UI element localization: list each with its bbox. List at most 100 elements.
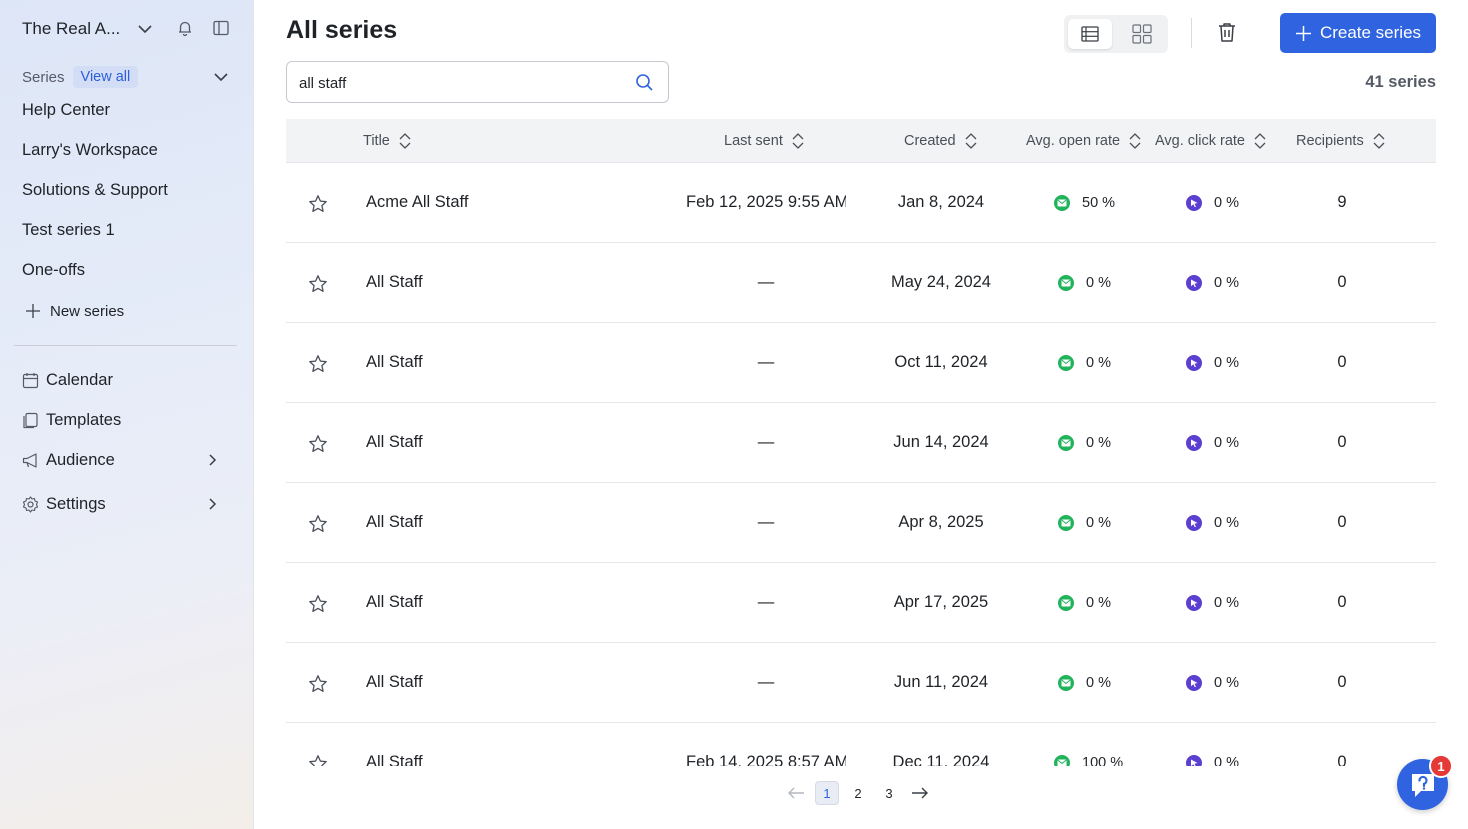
sidebar-item-larrys-workspace[interactable]: Larry's Workspace bbox=[22, 141, 158, 160]
star-icon[interactable] bbox=[308, 434, 328, 459]
table-row[interactable]: All Staff — May 24, 2024 0 % 0 % 0 bbox=[286, 243, 1436, 323]
page-button-1[interactable]: 1 bbox=[815, 781, 839, 805]
list-view-button[interactable] bbox=[1068, 19, 1112, 49]
column-header-created[interactable]: Created bbox=[904, 132, 978, 150]
row-title[interactable]: All Staff bbox=[366, 273, 423, 292]
sidebar-item-settings[interactable]: Settings bbox=[22, 490, 234, 518]
row-created: Oct 11, 2024 bbox=[894, 353, 988, 371]
table-row[interactable]: All Staff — Oct 11, 2024 0 % 0 % 0 bbox=[286, 323, 1436, 403]
search-box bbox=[286, 61, 669, 103]
sort-icon bbox=[1129, 133, 1141, 149]
row-created: Jun 11, 2024 bbox=[893, 673, 989, 691]
toolbar-divider bbox=[1191, 18, 1192, 48]
click-rate-value: 0 % bbox=[1214, 275, 1239, 291]
row-last-sent: Feb 12, 2025 9:55 AM bbox=[686, 193, 846, 211]
sidebar-item-templates[interactable]: Templates bbox=[22, 406, 234, 434]
sidebar-item-one-offs[interactable]: One-offs bbox=[22, 261, 85, 280]
table-row[interactable]: All Staff — Apr 8, 2025 0 % 0 % 0 bbox=[286, 483, 1436, 563]
cursor-click-icon bbox=[1186, 515, 1202, 531]
open-rate-value: 100 % bbox=[1082, 755, 1124, 766]
row-created: Apr 8, 2025 bbox=[898, 513, 984, 531]
chevron-down-icon[interactable] bbox=[136, 20, 154, 43]
bell-icon[interactable] bbox=[176, 19, 194, 42]
row-created: May 24, 2024 bbox=[891, 273, 991, 291]
column-header-recipients[interactable]: Recipients bbox=[1296, 132, 1386, 150]
row-created: Apr 17, 2025 bbox=[893, 593, 989, 611]
next-page-icon[interactable] bbox=[908, 781, 932, 805]
sidebar-item-help-center[interactable]: Help Center bbox=[22, 101, 110, 120]
table-row[interactable]: All Staff — Jun 11, 2024 0 % 0 % 0 bbox=[286, 643, 1436, 723]
pagination: 1 2 3 bbox=[784, 781, 939, 805]
envelope-icon bbox=[1054, 195, 1070, 211]
new-series-button[interactable]: New series bbox=[24, 302, 124, 320]
column-header-last-sent[interactable]: Last sent bbox=[724, 132, 805, 150]
row-title[interactable]: All Staff bbox=[366, 433, 423, 452]
create-series-button[interactable]: Create series bbox=[1280, 13, 1436, 53]
notification-badge: 1 bbox=[1429, 754, 1453, 778]
sidebar-item-label: Settings bbox=[46, 494, 106, 513]
sidebar-toggle-icon[interactable] bbox=[212, 19, 230, 42]
star-icon[interactable] bbox=[308, 754, 328, 766]
star-icon[interactable] bbox=[308, 194, 328, 219]
sidebar-item-label: Templates bbox=[46, 410, 122, 429]
chevron-down-icon[interactable] bbox=[212, 68, 230, 91]
workspace-switcher[interactable]: The Real A... bbox=[22, 16, 234, 42]
row-recipients: 0 bbox=[1337, 433, 1347, 451]
cursor-click-icon bbox=[1186, 755, 1202, 766]
table-row[interactable]: Acme All Staff Feb 12, 2025 9:55 AM Jan 8,… bbox=[286, 163, 1436, 243]
column-header-title[interactable]: Title bbox=[363, 132, 412, 150]
column-label: Created bbox=[904, 133, 956, 149]
open-rate-value: 0 % bbox=[1086, 435, 1111, 451]
sidebar-item-label: Calendar bbox=[46, 370, 113, 389]
row-created: Dec 11, 2024 bbox=[892, 753, 990, 766]
row-click-rate: 0 % bbox=[1186, 355, 1239, 371]
row-last-sent: — bbox=[757, 593, 775, 611]
envelope-icon bbox=[1058, 275, 1074, 291]
envelope-icon bbox=[1058, 355, 1074, 371]
row-click-rate: 0 % bbox=[1186, 515, 1239, 531]
click-rate-value: 0 % bbox=[1214, 195, 1239, 211]
row-title[interactable]: All Staff bbox=[366, 513, 423, 532]
star-icon[interactable] bbox=[308, 274, 328, 299]
series-count: 41 series bbox=[1365, 73, 1436, 91]
click-rate-value: 0 % bbox=[1214, 595, 1239, 611]
row-open-rate: 0 % bbox=[1058, 435, 1111, 451]
table-row[interactable]: All Staff Feb 14, 2025 8:57 AM Dec 11, 202… bbox=[286, 723, 1436, 766]
row-recipients: 0 bbox=[1337, 673, 1347, 691]
table-row[interactable]: All Staff — Apr 17, 2025 0 % 0 % 0 bbox=[286, 563, 1436, 643]
cursor-click-icon bbox=[1186, 595, 1202, 611]
star-icon[interactable] bbox=[308, 674, 328, 699]
grid-view-button[interactable] bbox=[1120, 19, 1164, 49]
row-title[interactable]: All Staff bbox=[366, 673, 423, 692]
trash-icon[interactable] bbox=[1216, 21, 1238, 48]
column-header-click-rate[interactable]: Avg. click rate bbox=[1155, 132, 1267, 150]
sort-icon bbox=[792, 133, 804, 149]
prev-page-icon[interactable] bbox=[784, 781, 808, 805]
column-header-open-rate[interactable]: Avg. open rate bbox=[1026, 132, 1142, 150]
row-title[interactable]: All Staff bbox=[366, 593, 423, 612]
star-icon[interactable] bbox=[308, 514, 328, 539]
envelope-icon bbox=[1054, 755, 1070, 766]
click-rate-value: 0 % bbox=[1214, 675, 1239, 691]
search-icon[interactable] bbox=[635, 73, 654, 97]
page-button-3[interactable]: 3 bbox=[877, 781, 901, 805]
open-rate-value: 50 % bbox=[1082, 195, 1116, 211]
sidebar-item-audience[interactable]: Audience bbox=[22, 446, 234, 474]
search-input[interactable] bbox=[299, 72, 619, 94]
row-title[interactable]: All Staff bbox=[366, 353, 423, 372]
table-row[interactable]: All Staff — Jun 14, 2024 0 % 0 % 0 bbox=[286, 403, 1436, 483]
page-button-2[interactable]: 2 bbox=[846, 781, 870, 805]
templates-icon bbox=[22, 412, 46, 429]
sidebar-item-test-series-1[interactable]: Test series 1 bbox=[22, 221, 115, 240]
view-all-link[interactable]: View all bbox=[72, 66, 139, 88]
list-icon bbox=[1081, 26, 1099, 42]
sidebar-item-calendar[interactable]: Calendar bbox=[22, 366, 234, 394]
sidebar-item-solutions-support[interactable]: Solutions & Support bbox=[22, 181, 168, 200]
star-icon[interactable] bbox=[308, 354, 328, 379]
row-title[interactable]: Acme All Staff bbox=[366, 193, 468, 212]
view-toggle bbox=[1064, 15, 1168, 53]
row-last-sent: — bbox=[757, 273, 775, 291]
star-icon[interactable] bbox=[308, 594, 328, 619]
sidebar: The Real A... Series View all Help Cente… bbox=[0, 0, 254, 829]
row-title[interactable]: All Staff bbox=[366, 753, 423, 766]
